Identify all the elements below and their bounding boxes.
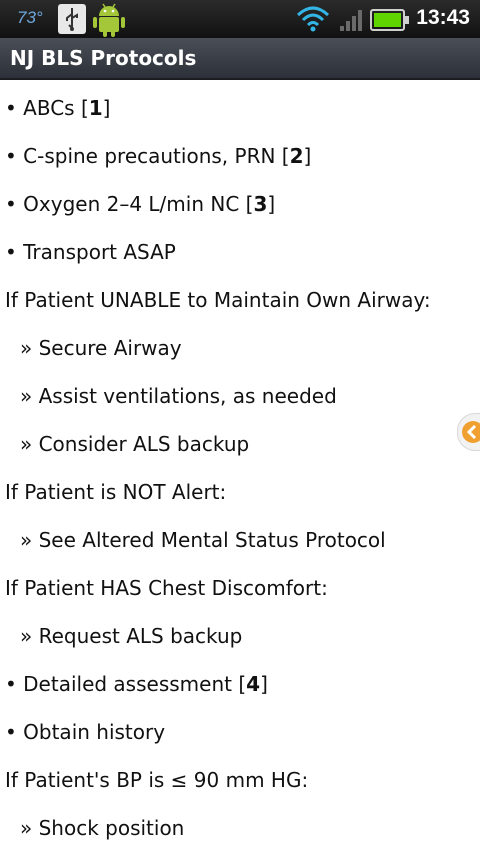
sub-item: » Shock position: [20, 816, 185, 840]
sub-item: » Request ALS backup: [20, 624, 243, 648]
clock: 13:43: [416, 6, 470, 29]
list-item: • Oxygen 2–4 L/min NC [3]: [5, 192, 276, 216]
list-item: • Detailed assessment [4]: [5, 672, 268, 696]
android-icon: [92, 0, 126, 42]
app-title-bar: NJ BLS Protocols: [0, 38, 480, 80]
protocol-content: • ABCs [1] • C-spine precautions, PRN [2…: [0, 84, 480, 852]
list-item: • Obtain history: [5, 720, 166, 744]
reference-link[interactable]: 4: [246, 672, 260, 696]
protocol-link[interactable]: » See Altered Mental Status Protocol: [0, 516, 480, 564]
sub-item: » Assist ventilations, as needed: [20, 384, 337, 408]
sub-item: » Secure Airway: [20, 336, 182, 360]
reference-link[interactable]: 2: [290, 144, 304, 168]
wifi-icon: [296, 5, 330, 37]
section-heading: If Patient's BP is ≤ 90 mm HG:: [5, 768, 309, 792]
usb-icon: [58, 4, 86, 38]
status-bar: 73° 13:43: [0, 0, 480, 38]
list-item: • ABCs [1]: [5, 96, 111, 120]
chevron-left-icon: [461, 420, 480, 448]
signal-icon: [338, 8, 364, 36]
section-heading: If Patient UNABLE to Maintain Own Airway…: [5, 288, 431, 312]
section-heading: If Patient HAS Chest Discomfort:: [5, 576, 328, 600]
list-item: • Transport ASAP: [5, 240, 176, 264]
reference-link[interactable]: 3: [253, 192, 267, 216]
sub-item: » Consider ALS backup: [20, 432, 250, 456]
temperature-indicator: 73°: [17, 8, 43, 27]
page-title: NJ BLS Protocols: [10, 46, 197, 70]
reference-link[interactable]: 1: [89, 96, 103, 120]
section-heading: If Patient is NOT Alert:: [5, 480, 227, 504]
list-item: • C-spine precautions, PRN [2]: [5, 144, 312, 168]
side-drawer-handle[interactable]: [457, 413, 480, 451]
battery-icon: [370, 8, 410, 36]
